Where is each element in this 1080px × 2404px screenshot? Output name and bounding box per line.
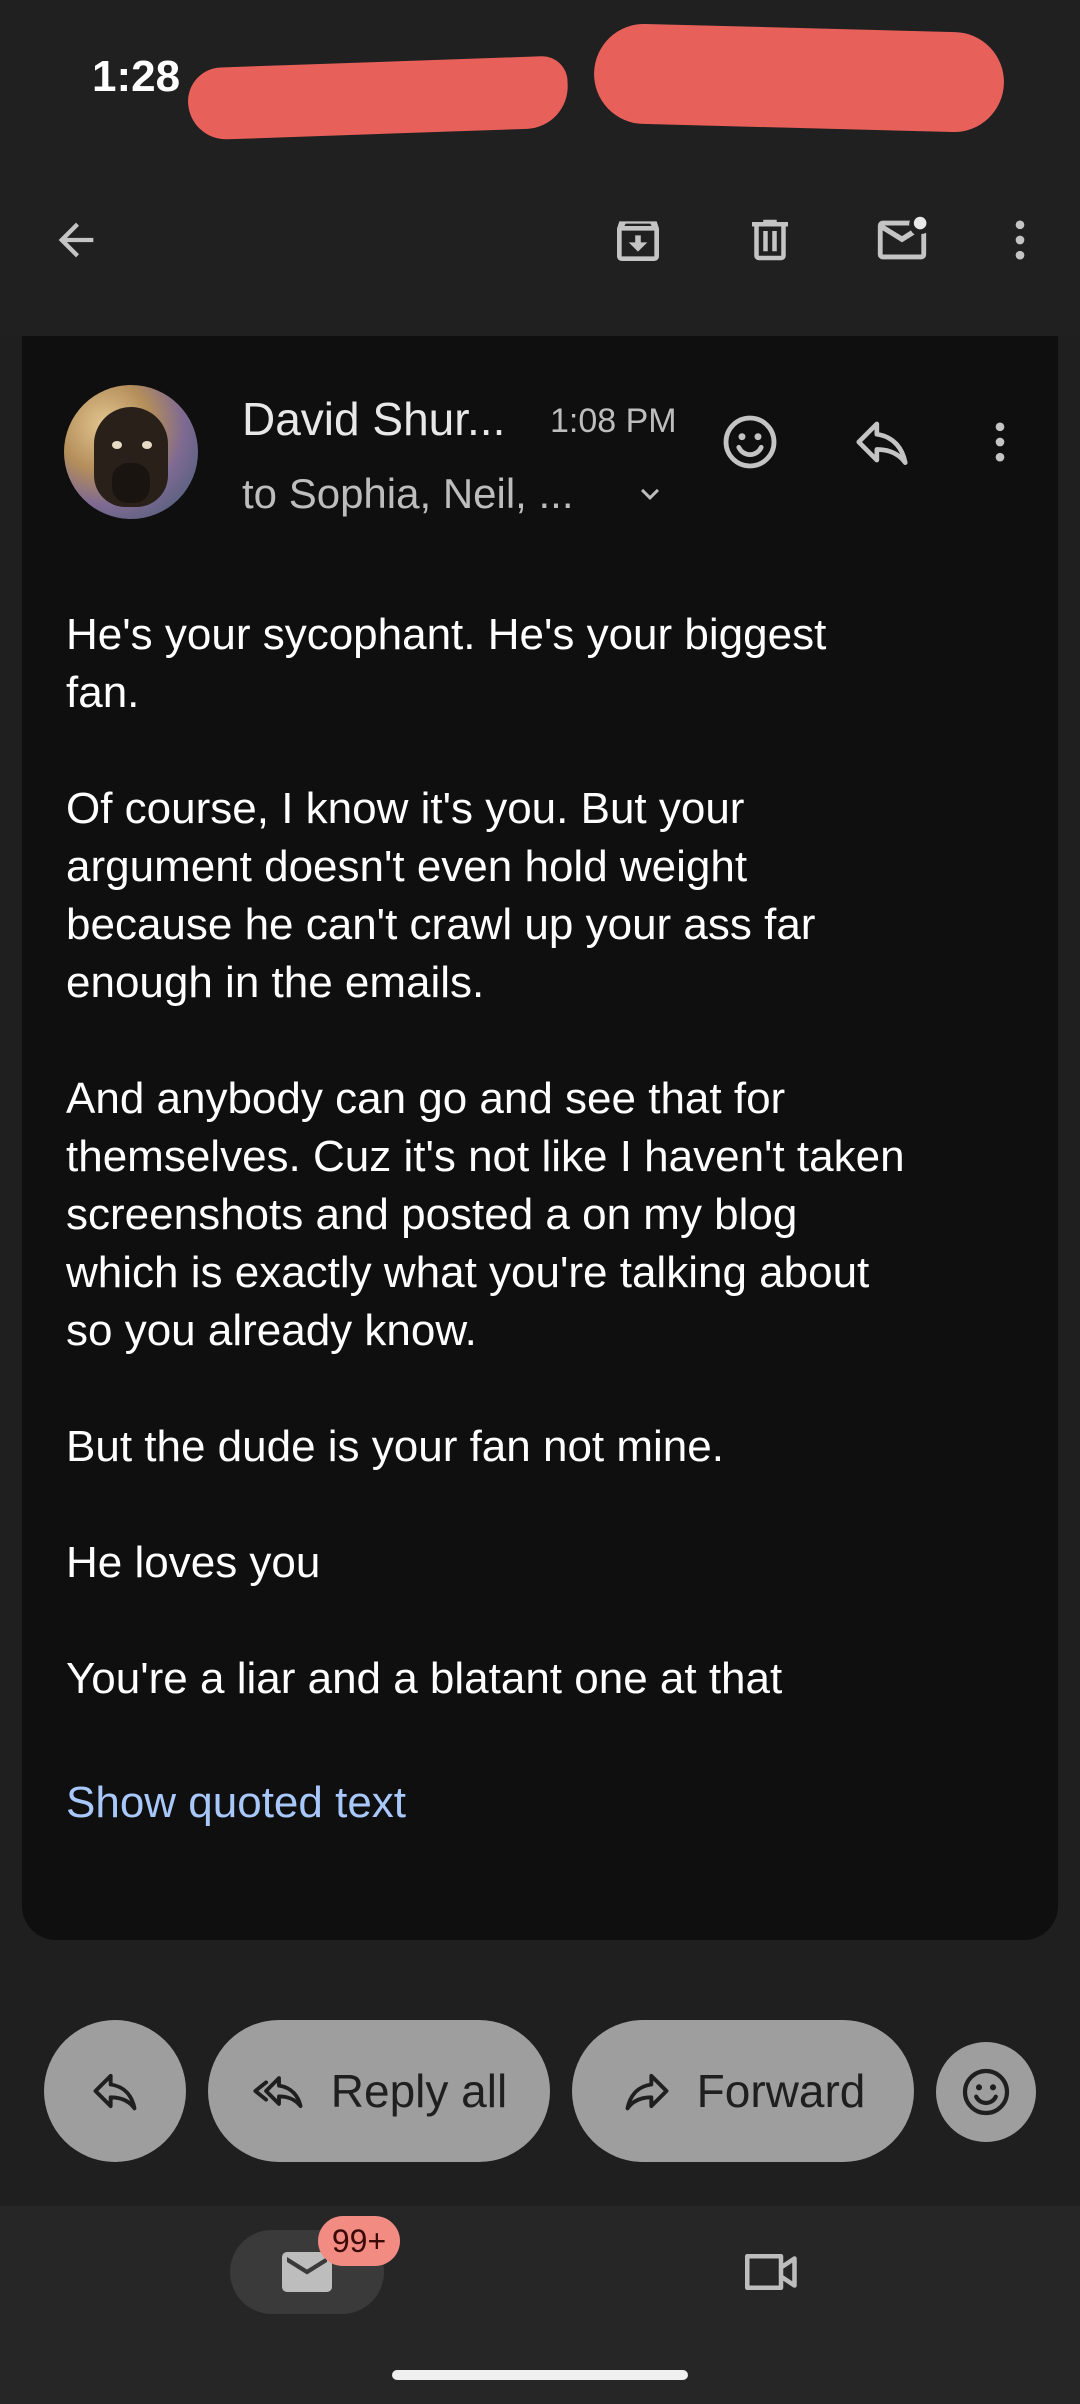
- message-more-icon[interactable]: [958, 400, 1042, 484]
- unread-count-badge: 99+: [318, 2216, 400, 2266]
- sender-name[interactable]: David Shur...: [242, 392, 505, 446]
- message-body: He's your sycophant. He's your biggest f…: [66, 606, 1016, 1766]
- show-quoted-text-link[interactable]: Show quoted text: [66, 1778, 406, 1828]
- body-paragraph: But the dude is your fan not mine.: [66, 1422, 724, 1471]
- more-vert-icon[interactable]: [980, 200, 1060, 280]
- forward-icon: [625, 2073, 669, 2111]
- redaction-mark: [592, 22, 1006, 134]
- forward-button[interactable]: Forward: [572, 2020, 914, 2162]
- avatar-eye-shape: [112, 441, 122, 449]
- status-time: 1:28: [92, 52, 181, 101]
- reply-all-button[interactable]: Reply all: [208, 2020, 550, 2162]
- body-paragraph: Of course, I know it's you. But your arg…: [66, 784, 816, 1007]
- top-app-bar: [0, 150, 1080, 336]
- reply-all-label: Reply all: [330, 2065, 508, 2117]
- reply-icon[interactable]: [840, 400, 924, 484]
- forward-label: Forward: [696, 2065, 866, 2117]
- status-bar: 1:28: [0, 0, 1080, 150]
- chevron-down-icon[interactable]: [630, 474, 670, 514]
- meet-tab[interactable]: [730, 2242, 814, 2302]
- trash-icon[interactable]: [730, 200, 810, 280]
- body-paragraph: You're a liar and a blatant one at that: [66, 1654, 783, 1703]
- avatar[interactable]: [64, 385, 198, 519]
- redaction-mark: [186, 55, 570, 141]
- reply-all-icon: [253, 2076, 303, 2109]
- smiley-icon: [962, 2068, 1010, 2116]
- sent-time: 1:08 PM: [550, 402, 677, 440]
- video-camera-icon: [745, 2254, 797, 2290]
- archive-icon[interactable]: [598, 200, 678, 280]
- reply-icon: [93, 2073, 137, 2111]
- body-paragraph: And anybody can go and see that for them…: [66, 1074, 905, 1355]
- avatar-eye-shape: [142, 441, 152, 449]
- home-indicator[interactable]: [392, 2370, 688, 2380]
- emoji-reaction-button[interactable]: [936, 2042, 1036, 2142]
- body-paragraph: He loves you: [66, 1538, 321, 1587]
- avatar-snout-shape: [112, 463, 150, 503]
- reply-button[interactable]: [44, 2020, 186, 2162]
- arrow-back-icon[interactable]: [36, 200, 116, 280]
- mark-unread-icon[interactable]: [862, 200, 942, 280]
- add-reaction-icon[interactable]: [708, 400, 792, 484]
- body-paragraph: He's your sycophant. He's your biggest f…: [66, 610, 827, 717]
- recipients[interactable]: to Sophia, Neil, ...: [242, 470, 574, 518]
